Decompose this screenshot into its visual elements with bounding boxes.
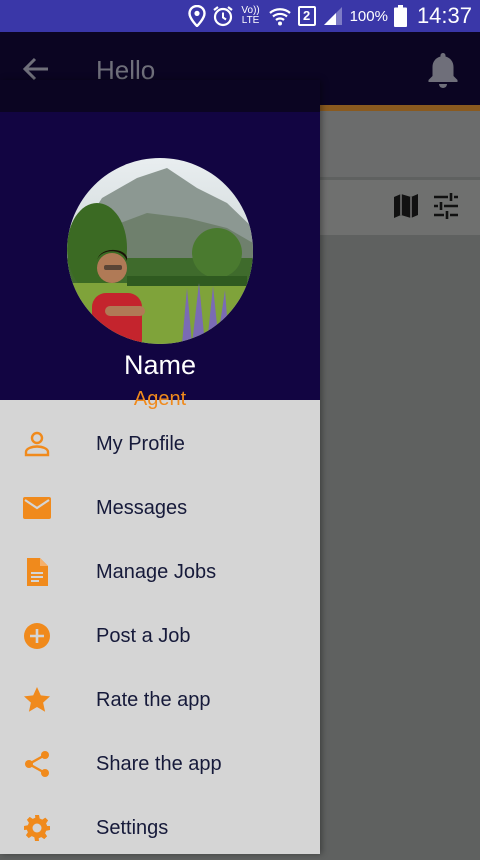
- tune-icon[interactable]: [432, 193, 460, 224]
- navigation-drawer: Name Agent My Profile Messages Manage Jo…: [0, 80, 320, 854]
- location-icon: [187, 5, 206, 27]
- menu-item-rate-the-app[interactable]: Rate the app: [0, 668, 320, 732]
- menu-item-messages[interactable]: Messages: [0, 476, 320, 540]
- menu-item-label: Rate the app: [96, 688, 211, 711]
- drawer-header: Name Agent: [0, 112, 320, 410]
- menu-item-label: Share the app: [96, 752, 222, 775]
- gear-icon: [23, 814, 51, 842]
- add-circle-icon: [23, 622, 51, 650]
- signal-icon: [323, 7, 342, 25]
- share-icon: [23, 750, 51, 778]
- menu-item-manage-jobs[interactable]: Manage Jobs: [0, 540, 320, 604]
- menu-item-my-profile[interactable]: My Profile: [0, 412, 320, 476]
- avatar[interactable]: [67, 158, 253, 344]
- wifi-icon: [268, 8, 291, 26]
- notification-bell-icon[interactable]: [426, 50, 460, 93]
- drawer-top-strip: [0, 80, 320, 112]
- star-icon: [23, 686, 51, 714]
- menu-item-label: Messages: [96, 496, 188, 519]
- menu-item-settings[interactable]: Settings: [0, 796, 320, 860]
- sim-badge: 2: [297, 6, 316, 26]
- menu-item-label: My Profile: [96, 432, 185, 455]
- document-icon: [23, 558, 51, 586]
- menu-item-post-a-job[interactable]: Post a Job: [0, 604, 320, 668]
- alarm-icon: [212, 6, 233, 27]
- clock: 14:37: [416, 3, 472, 28]
- menu-item-label: Settings: [96, 816, 169, 839]
- mail-icon: [23, 494, 51, 522]
- user-role: Agent: [133, 388, 187, 410]
- map-icon[interactable]: [392, 193, 420, 224]
- user-name: Name: [123, 350, 197, 380]
- status-bar: Vo)) LTE 2 100% 14:37: [0, 0, 480, 32]
- person-icon: [23, 430, 51, 458]
- network-type-label: Vo)) LTE: [241, 5, 260, 26]
- menu-item-share-the-app[interactable]: Share the app: [0, 732, 320, 796]
- battery-percent: 100%: [349, 7, 388, 25]
- battery-icon: [393, 5, 407, 27]
- menu-item-label: Manage Jobs: [96, 560, 217, 583]
- menu-item-label: Post a Job: [96, 624, 191, 647]
- drawer-menu: My Profile Messages Manage Jobs Post a J…: [0, 412, 320, 860]
